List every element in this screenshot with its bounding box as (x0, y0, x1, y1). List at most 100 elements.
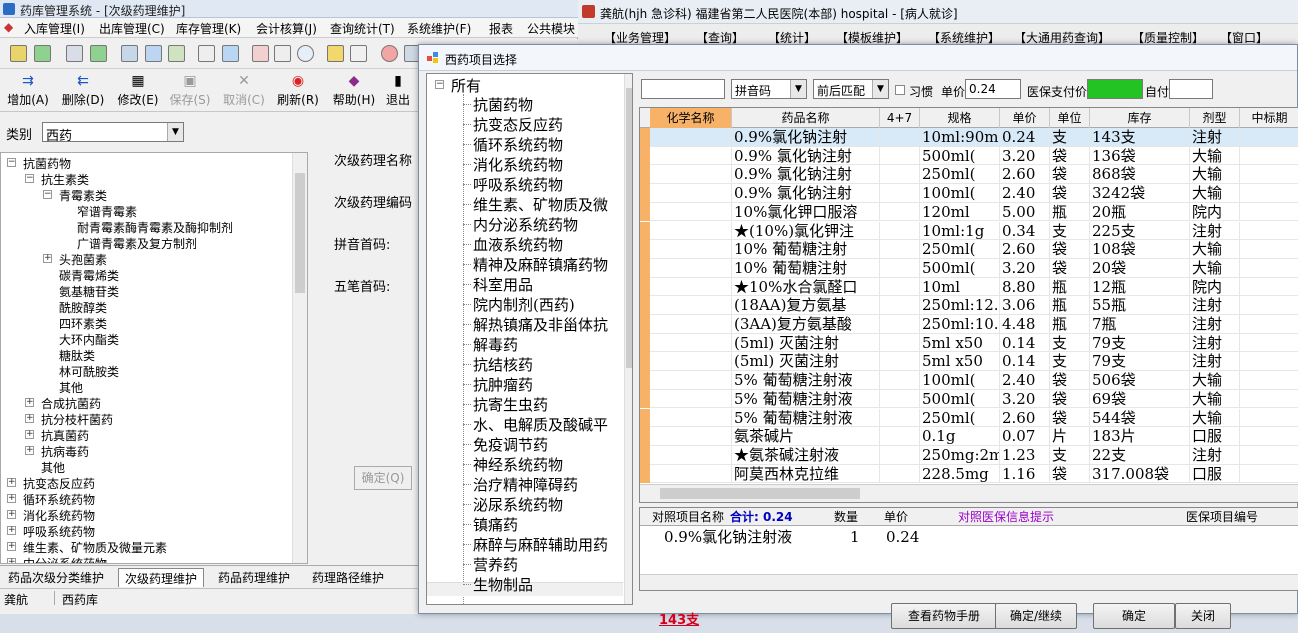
grid-column-header[interactable]: 单价 (1000, 108, 1050, 128)
grid-column-header[interactable]: 规格 (920, 108, 1000, 128)
tree-node[interactable]: 循环系统药物 (23, 491, 95, 508)
category-item[interactable]: 抗结核药 (473, 354, 533, 375)
tree-node[interactable]: 其他 (41, 459, 65, 476)
table-row[interactable]: 10% 葡萄糖注射 500ml(3.20 袋 20袋 大输 (640, 258, 1298, 278)
expand-icon[interactable]: + (7, 558, 16, 563)
drug-manual-button[interactable]: 查看药物手册 (891, 603, 997, 629)
help-button[interactable]: ◆ 帮助(H) (326, 74, 382, 110)
chevron-down-icon[interactable]: ▼ (872, 80, 888, 98)
category-item[interactable]: 营养药 (473, 554, 518, 575)
expand-icon[interactable]: + (25, 398, 34, 407)
delete-button[interactable]: ⇇ 删除(D) (55, 74, 111, 110)
approve-icon[interactable] (90, 45, 107, 62)
table-row[interactable]: 5% 葡萄糖注射液 250ml(2.60 袋 544袋 大输 (640, 408, 1298, 428)
confirm-button[interactable]: 确定 (1093, 603, 1175, 629)
tree-node[interactable]: 酰胺醇类 (59, 299, 107, 316)
menu-outbound[interactable]: 出库管理(C) (99, 20, 165, 37)
tree-scroll-thumb[interactable] (295, 173, 305, 293)
expand-icon[interactable]: + (25, 430, 34, 439)
category-item[interactable]: 镇痛药 (473, 514, 518, 535)
check-icon[interactable] (34, 45, 51, 62)
tab-drug-pharmacology[interactable]: 药品药理维护 (212, 568, 296, 587)
table-row[interactable]: (5ml) 灭菌注射 5ml x50 0.14 支 79支 注射 (640, 352, 1298, 372)
drug-category-tree[interactable]: − 所有 抗菌药物 抗变态反应药 循环系统药物 消化系统药物 呼吸系统药物 维生素、矿物质… (426, 73, 633, 605)
table-row[interactable]: 阿莫西林克拉维 228.5mg 1.16 袋 317.008袋 口服 (640, 464, 1298, 484)
drug-grid[interactable]: 化学名称 药品名称 4+7 规格 单价 单位 库存 剂型 中标期 0.9%氯化钠注射 10ml:9… (639, 107, 1298, 503)
tree-node[interactable]: 维生素、矿物质及微量元素 (23, 539, 167, 556)
price-field[interactable]: 0.24 (965, 79, 1021, 99)
table-row[interactable]: (18AA)复方氨基 250ml:12. 3.06 瓶 55瓶 注射 (640, 296, 1298, 315)
save-button[interactable]: ▣ 保存(S) (162, 74, 218, 110)
report-icon[interactable] (274, 45, 291, 62)
ledger-icon[interactable] (168, 45, 185, 62)
list-icon[interactable] (121, 45, 138, 62)
category-item[interactable]: 解热镇痛及非甾体抗 (473, 314, 608, 335)
category-select[interactable]: 西药 ▼ (42, 122, 184, 144)
document-icon[interactable] (66, 45, 83, 62)
selfpay-field[interactable] (1169, 79, 1213, 99)
chevron-down-icon[interactable]: ▼ (167, 123, 183, 141)
open-icon[interactable] (10, 45, 27, 62)
expand-icon[interactable]: + (25, 446, 34, 455)
exit-button[interactable]: ▮ 退出 (378, 74, 418, 110)
tree-node[interactable]: 耐青霉素酶青霉素及酶抑制剂 (77, 219, 233, 236)
tree-node[interactable]: 窄谱青霉素 (77, 203, 137, 220)
category-scroll-thumb[interactable] (626, 88, 632, 368)
expand-icon[interactable]: + (7, 478, 16, 487)
category-item[interactable]: 血液系统药物 (473, 234, 563, 255)
thermometer-icon[interactable] (350, 45, 367, 62)
expand-icon[interactable]: + (7, 494, 16, 503)
tree-node[interactable]: 呼吸系统药物 (23, 523, 95, 540)
category-item[interactable]: 水、电解质及酸碱平 (473, 414, 608, 435)
search-mode-select[interactable]: 拼音码 ▼ (731, 79, 807, 99)
selected-qty[interactable]: 1 (850, 526, 860, 548)
expand-icon[interactable]: + (25, 414, 34, 423)
collapse-icon[interactable]: − (25, 174, 34, 183)
confirm-button[interactable]: 确定(Q) (354, 466, 412, 490)
tree-node[interactable]: 广谱青霉素及复方制剂 (77, 235, 197, 252)
tree-node[interactable]: 青霉素类 (59, 187, 107, 204)
tree-scrollbar[interactable] (292, 153, 307, 563)
grid-column-header[interactable]: 药品名称 (732, 108, 880, 128)
category-item[interactable]: 维生素、矿物质及微 (473, 194, 608, 215)
tree-node[interactable]: 氨基糖苷类 (59, 283, 119, 300)
table-row[interactable]: ★10%水合氯醛口 10ml 8.80 瓶 12瓶 院内 (640, 277, 1298, 297)
tree-node[interactable]: 碳青霉烯类 (59, 267, 119, 284)
category-item[interactable]: 抗菌药物 (473, 94, 533, 115)
grid-column-header[interactable]: 中标期 (1240, 108, 1298, 128)
edit-button[interactable]: ▦ 修改(E) (110, 74, 166, 110)
category-item[interactable]: 免疫调节药 (473, 434, 548, 455)
category-item[interactable]: 抗肿瘤药 (473, 374, 533, 395)
table-row[interactable]: 0.9% 氯化钠注射 500ml(3.20 袋 136袋 大输 (640, 146, 1298, 166)
table-row[interactable]: 氨茶碱片 0.1g 0.07 片 183片 口服 (640, 427, 1298, 446)
category-item[interactable]: 抗变态反应药 (473, 114, 563, 135)
grid-column-header[interactable]: 单位 (1050, 108, 1090, 128)
expand-icon[interactable]: + (7, 542, 16, 551)
table-row[interactable]: 5% 葡萄糖注射液 500ml(3.20 袋 69袋 大输 (640, 389, 1298, 409)
table-row[interactable]: 0.9%氯化钠注射 10ml:90mg 0.24 支 143支 注射 (640, 128, 1298, 147)
menu-query[interactable]: 查询统计(T) (330, 20, 395, 37)
tree-node[interactable]: 头孢菌素 (59, 251, 107, 268)
category-item[interactable]: 治疗精神障碍药 (473, 474, 578, 495)
expand-icon[interactable]: + (7, 510, 16, 519)
close-button[interactable]: 关闭 (1175, 603, 1231, 629)
grid-hscroll-thumb[interactable] (660, 488, 860, 499)
print-icon[interactable] (327, 45, 344, 62)
category-item[interactable]: 科室用品 (473, 274, 533, 295)
category-scrollbar[interactable] (624, 74, 632, 604)
table-row[interactable]: ★(10%)氯化钾注 10ml:1g 0.34 支 225支 注射 (640, 221, 1298, 241)
category-item[interactable]: 院内制剂(西药) (473, 294, 575, 315)
table-row[interactable]: ★氨茶碱注射液 250mg:2ml 1.23 支 22支 注射 (640, 445, 1298, 465)
match-mode-select[interactable]: 前后匹配 ▼ (813, 79, 889, 99)
collapse-icon[interactable]: − (435, 80, 444, 89)
grid-hscrollbar[interactable] (640, 484, 1298, 502)
selected-grid-scrollbar[interactable] (640, 574, 1298, 590)
category-item[interactable]: 内分泌系统药物 (473, 214, 578, 235)
menu-accounting[interactable]: 会计核算(J) (256, 20, 317, 37)
stop-icon[interactable] (381, 45, 398, 62)
grid-icon[interactable] (198, 45, 215, 62)
grid-column-header[interactable]: 库存 (1090, 108, 1190, 128)
cancel-button[interactable]: ✕ 取消(C) (216, 74, 272, 110)
table-row[interactable]: 10% 葡萄糖注射 250ml(2.60 袋 108袋 大输 (640, 240, 1298, 259)
table-icon[interactable] (222, 45, 239, 62)
